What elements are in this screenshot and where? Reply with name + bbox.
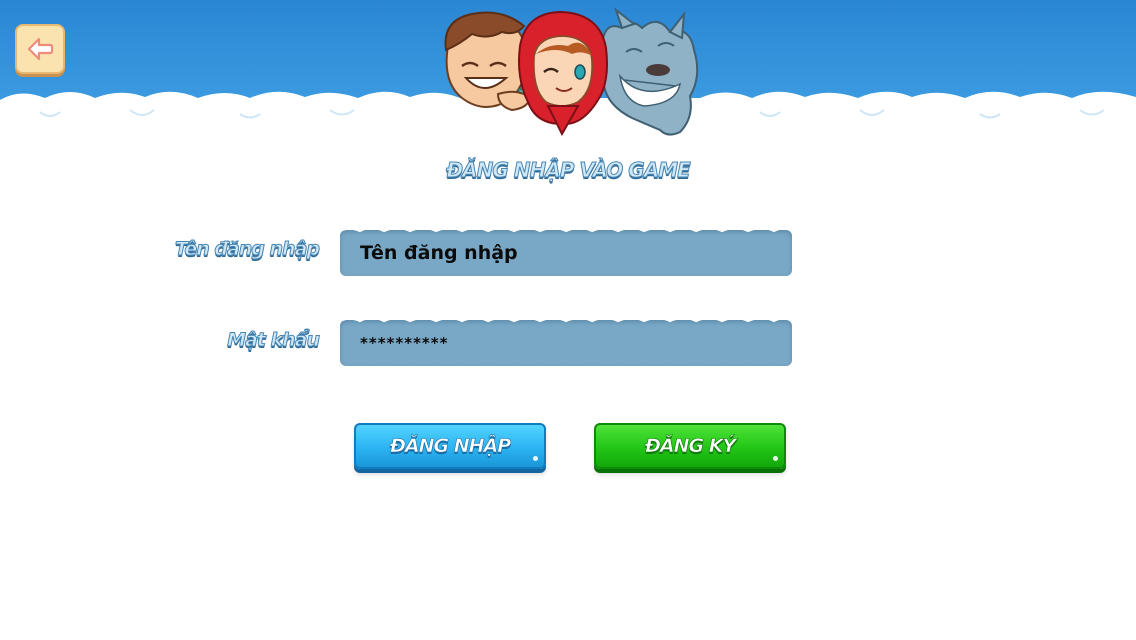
username-field-frame [338, 224, 794, 283]
mascot-characters [444, 7, 699, 137]
button-gloss [773, 456, 778, 461]
register-button[interactable]: ĐĂNG KÝ [594, 423, 786, 469]
wolf-mascot [596, 7, 699, 136]
username-label: Tên đăng nhập [174, 238, 320, 261]
password-input[interactable] [360, 324, 780, 362]
register-button-label: ĐĂNG KÝ [644, 435, 737, 458]
back-button[interactable] [15, 24, 65, 74]
back-arrow-icon [27, 37, 54, 61]
username-input[interactable] [360, 234, 780, 272]
password-field-frame [338, 314, 794, 373]
girl-mascot [518, 10, 608, 137]
login-screen: ĐĂNG NHẬP VÀO GAME Tên đăng nhập Mật khẩ… [0, 0, 1136, 640]
page-title: ĐĂNG NHẬP VÀO GAME [446, 158, 691, 183]
login-button-label: ĐĂNG NHẬP [389, 435, 512, 458]
button-gloss [533, 456, 538, 461]
password-label: Mật khẩu [227, 329, 321, 352]
login-button[interactable]: ĐĂNG NHẬP [354, 423, 546, 469]
